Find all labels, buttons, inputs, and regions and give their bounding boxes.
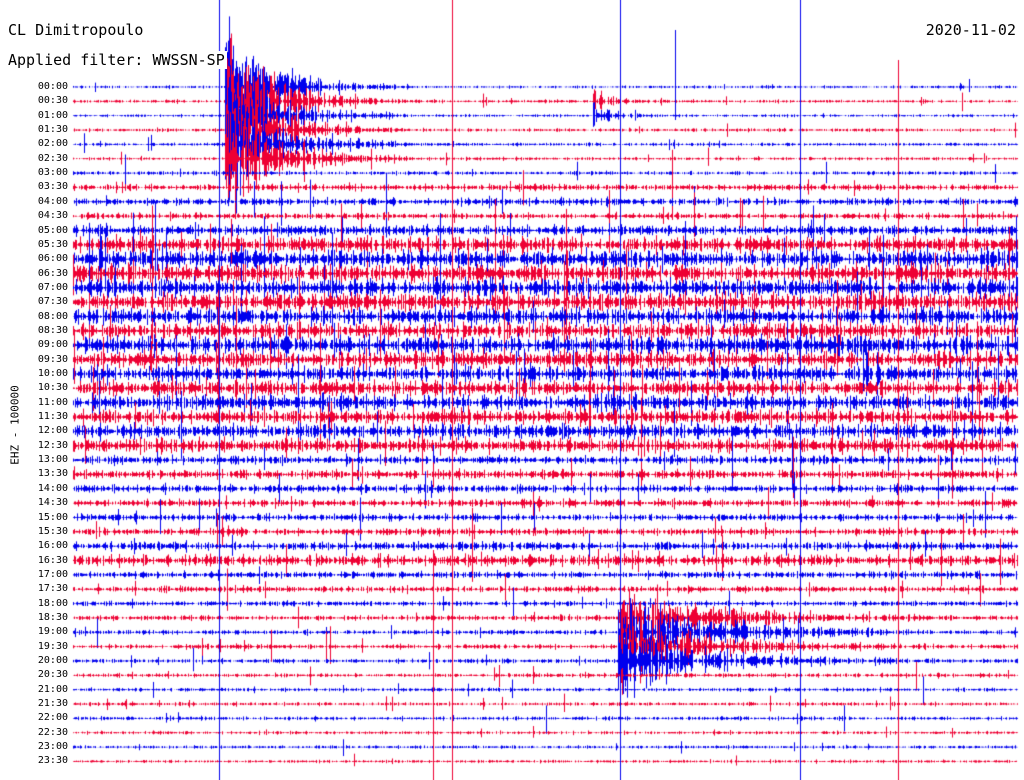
- time-label: 19:30: [37, 640, 68, 652]
- date-label: 2020-11-02: [925, 21, 1016, 39]
- time-label: 07:30: [37, 296, 68, 308]
- time-label: 17:00: [37, 568, 68, 580]
- time-label: 09:00: [37, 339, 68, 351]
- time-label: 11:30: [37, 411, 68, 423]
- time-label: 08:30: [37, 324, 68, 336]
- filter-label: Applied filter: WWSSN-SP: [8, 51, 227, 69]
- time-label: 12:30: [37, 439, 68, 451]
- time-label: 02:00: [37, 138, 68, 150]
- time-label: 14:00: [37, 482, 68, 494]
- time-label: 05:00: [37, 224, 68, 236]
- time-label: 18:00: [37, 597, 68, 609]
- time-label: 06:00: [37, 253, 68, 265]
- time-label: 12:00: [37, 425, 68, 437]
- time-label: 02:30: [37, 152, 68, 164]
- time-label: 00:00: [37, 81, 68, 92]
- time-label: 11:00: [37, 396, 68, 408]
- time-label: 18:30: [37, 611, 68, 623]
- station-title: CL Dimitropoulo: [8, 21, 144, 39]
- time-label: 15:00: [37, 511, 68, 523]
- channel-axis-label: EHZ - 100000: [8, 385, 22, 465]
- time-label: 22:00: [37, 712, 68, 724]
- time-label: 16:30: [37, 554, 68, 566]
- time-label: 05:30: [37, 238, 68, 250]
- time-label: 23:30: [37, 755, 68, 767]
- time-label: 19:00: [37, 626, 68, 638]
- time-label: 00:30: [37, 95, 68, 107]
- time-label: 13:30: [37, 468, 68, 480]
- helicorder-plot: [0, 0, 1024, 780]
- time-label: 10:30: [37, 382, 68, 394]
- time-label: 07:00: [37, 281, 68, 293]
- time-label: 01:30: [37, 124, 68, 136]
- time-label: 16:00: [37, 540, 68, 552]
- time-label: 14:30: [37, 497, 68, 509]
- time-label: 04:00: [37, 195, 68, 207]
- time-label: 23:00: [37, 741, 68, 753]
- time-label: 17:30: [37, 583, 68, 595]
- time-label: 21:00: [37, 683, 68, 695]
- time-label: 13:00: [37, 454, 68, 466]
- time-label: 08:00: [37, 310, 68, 322]
- time-label: 09:30: [37, 353, 68, 365]
- time-label: 03:00: [37, 167, 68, 179]
- time-label: 22:30: [37, 726, 68, 738]
- time-label: 15:30: [37, 525, 68, 537]
- time-label: 20:00: [37, 655, 68, 666]
- time-label: 03:30: [37, 181, 68, 193]
- time-label: 21:30: [37, 698, 68, 710]
- time-label: 20:30: [37, 669, 68, 681]
- time-label: 04:30: [37, 210, 68, 222]
- time-label: 01:00: [37, 109, 68, 121]
- time-label: 06:30: [37, 267, 68, 279]
- time-label: 10:00: [37, 368, 68, 379]
